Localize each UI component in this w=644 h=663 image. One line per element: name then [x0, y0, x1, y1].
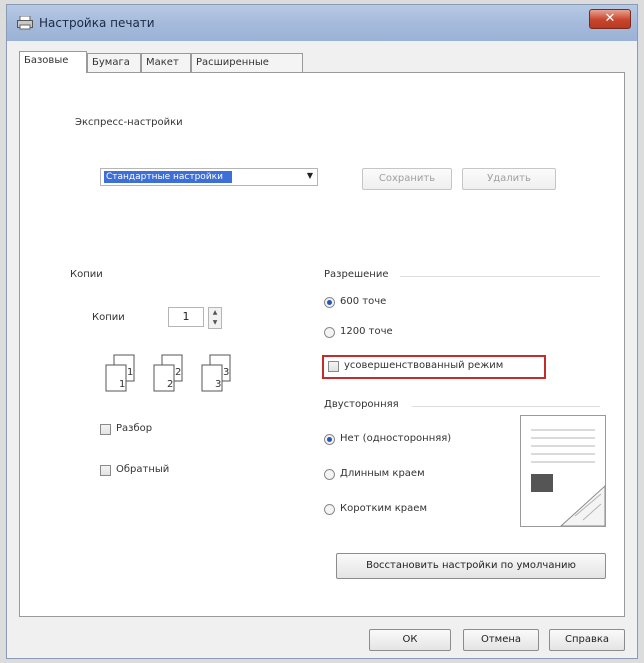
- collate-label: Разбор: [116, 423, 153, 434]
- cancel-button[interactable]: Отмена: [463, 629, 539, 651]
- title-bar[interactable]: Настройка печати ✕: [7, 5, 637, 41]
- close-button[interactable]: ✕: [589, 9, 631, 29]
- resolution-1200-radio[interactable]: [324, 327, 335, 338]
- cancel-button-label: Отмена: [480, 634, 522, 645]
- express-settings-heading: Экспресс-настройки: [75, 117, 183, 128]
- resolution-600-radio[interactable]: [324, 297, 335, 308]
- resolution-group-divider: [400, 276, 600, 277]
- delete-button[interactable]: Удалить: [462, 168, 556, 190]
- resolution-600-label: 600 точе: [340, 296, 387, 307]
- tab-paper-label: Бумага: [92, 57, 130, 68]
- chevron-down-icon[interactable]: ▼: [209, 318, 221, 328]
- tab-advanced-label: Расширенные: [196, 57, 269, 68]
- save-button-label: Сохранить: [378, 173, 436, 184]
- close-icon: ✕: [604, 11, 616, 26]
- collate-pages-icon: 11 22 33: [105, 354, 231, 392]
- chevron-down-icon: ▼: [306, 171, 313, 180]
- express-settings-dropdown[interactable]: Стандартные настройки ▼: [100, 168, 318, 186]
- printer-icon: [17, 16, 33, 30]
- svg-text:1: 1: [119, 379, 125, 390]
- resolution-group-label: Разрешение: [324, 269, 389, 280]
- restore-defaults-button[interactable]: Восстановить настройки по умолчанию: [336, 553, 606, 579]
- enhanced-mode-label: усовершенствованный режим: [344, 360, 504, 371]
- chevron-up-icon[interactable]: ▲: [209, 308, 221, 318]
- tab-advanced[interactable]: Расширенные: [191, 53, 303, 72]
- delete-button-label: Удалить: [487, 173, 531, 184]
- ok-button-label: ОК: [402, 634, 418, 645]
- copies-stepper[interactable]: ▲ ▼: [208, 307, 222, 329]
- duplex-group-divider: [412, 406, 600, 407]
- duplex-long-edge-label: Длинным краем: [340, 468, 425, 479]
- tab-layout-label: Макет: [146, 57, 179, 68]
- duplex-none-radio[interactable]: [324, 434, 335, 445]
- duplex-none-label: Нет (односторонняя): [340, 433, 452, 444]
- reverse-order-label: Обратный: [116, 464, 170, 475]
- resolution-1200-label: 1200 точе: [340, 326, 393, 337]
- copies-field-label: Копии: [92, 312, 125, 323]
- tab-layout[interactable]: Макет: [141, 53, 191, 72]
- svg-text:1: 1: [127, 367, 133, 378]
- copies-input[interactable]: 1: [168, 307, 204, 327]
- tab-basic-label: Базовые: [24, 55, 69, 66]
- duplex-long-edge-radio[interactable]: [324, 469, 335, 480]
- duplex-short-edge-radio[interactable]: [324, 504, 335, 515]
- copies-group-label: Копии: [70, 269, 103, 280]
- ok-button[interactable]: ОК: [369, 629, 451, 651]
- restore-defaults-label: Восстановить настройки по умолчанию: [366, 560, 576, 571]
- print-settings-dialog: Настройка печати ✕ Базовые Бумага Макет …: [6, 4, 638, 659]
- help-button[interactable]: Справка: [549, 629, 625, 651]
- svg-text:2: 2: [167, 379, 173, 390]
- collate-checkbox[interactable]: [100, 424, 111, 435]
- page-preview-icon: [531, 429, 606, 527]
- enhanced-mode-checkbox[interactable]: [328, 361, 339, 372]
- duplex-short-edge-label: Коротким краем: [340, 503, 427, 514]
- svg-text:3: 3: [223, 367, 229, 378]
- window-title: Настройка печати: [39, 16, 155, 30]
- tab-panel-basic: Экспресс-настройки Стандартные настройки…: [19, 72, 625, 617]
- duplex-group-label: Двусторонняя: [324, 399, 399, 410]
- svg-text:2: 2: [175, 367, 181, 378]
- svg-text:3: 3: [215, 379, 221, 390]
- tab-paper[interactable]: Бумага: [87, 53, 141, 72]
- save-button[interactable]: Сохранить: [362, 168, 452, 190]
- help-button-label: Справка: [564, 634, 610, 645]
- reverse-order-checkbox[interactable]: [100, 465, 111, 476]
- express-settings-value: Стандартные настройки: [104, 171, 232, 183]
- tab-basic[interactable]: Базовые: [19, 51, 87, 73]
- duplex-preview-image: [520, 415, 606, 527]
